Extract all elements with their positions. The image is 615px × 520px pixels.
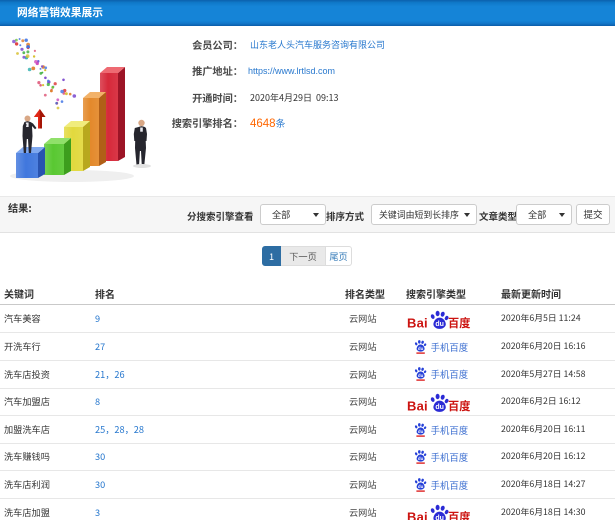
- svg-text:du: du: [418, 346, 424, 351]
- svg-text:du: du: [418, 373, 424, 378]
- svg-text:百度: 百度: [448, 398, 470, 413]
- svg-text:du: du: [418, 456, 424, 461]
- svg-text:百度: 百度: [448, 315, 470, 330]
- svg-text:百度: 百度: [448, 509, 470, 520]
- svg-text:手机百度: 手机百度: [431, 450, 469, 464]
- svg-text:Bai: Bai: [407, 315, 428, 330]
- svg-text:du: du: [435, 321, 444, 328]
- svg-text:du: du: [418, 429, 424, 434]
- svg-text:手机百度: 手机百度: [431, 478, 469, 492]
- svg-text:手机百度: 手机百度: [431, 340, 469, 354]
- svg-text:du: du: [435, 515, 444, 520]
- svg-text:du: du: [435, 404, 444, 411]
- svg-text:du: du: [418, 484, 424, 489]
- svg-text:Bai: Bai: [407, 509, 428, 520]
- svg-text:手机百度: 手机百度: [431, 367, 469, 381]
- svg-text:Bai: Bai: [407, 398, 428, 413]
- svg-text:手机百度: 手机百度: [431, 423, 469, 437]
